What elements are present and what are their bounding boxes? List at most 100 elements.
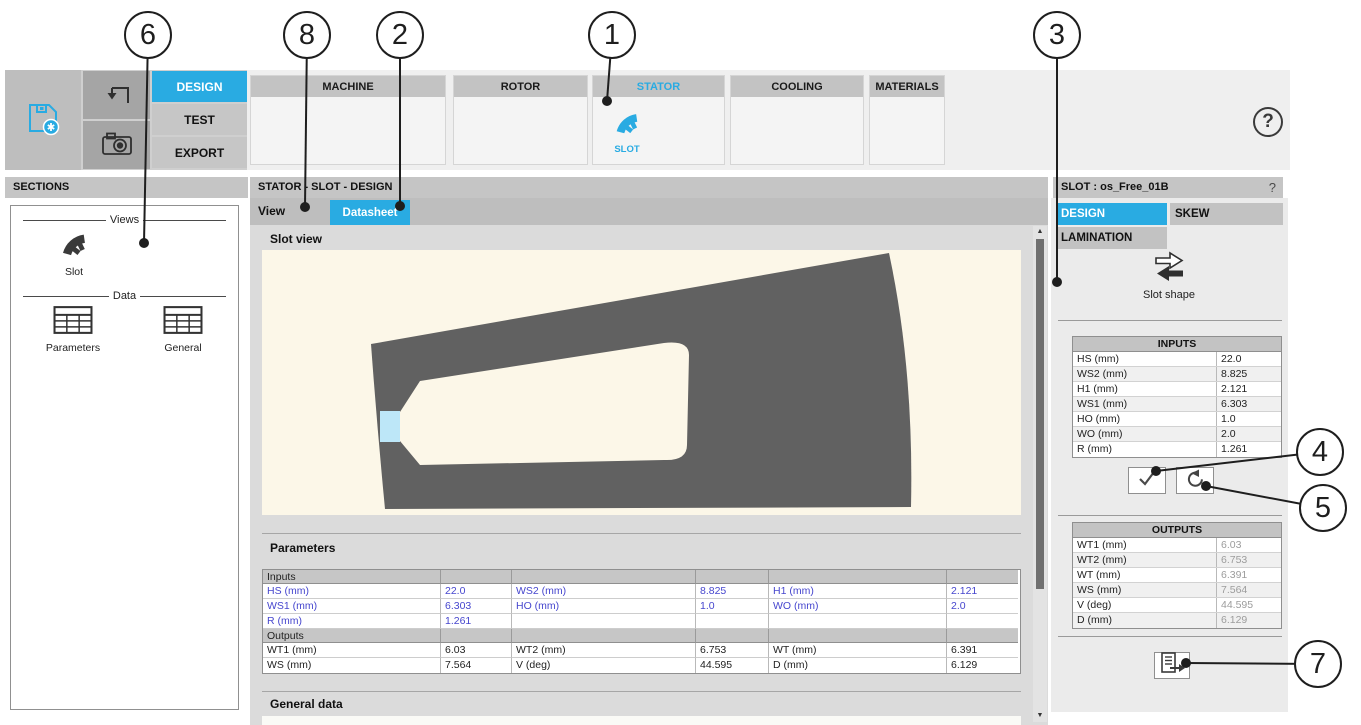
slot-view-canvas [262, 250, 1021, 515]
slot-properties-panel: DESIGN SKEW LAMINATION Slot shape INPUTS… [1051, 198, 1288, 712]
input-value[interactable]: 8.825 [1216, 367, 1281, 381]
callout-8: 8 [283, 11, 331, 59]
scroll-down-arrow[interactable]: ▼ [1033, 710, 1047, 722]
rp-tab-skew[interactable]: SKEW [1170, 203, 1283, 225]
slot-shape-label: Slot shape [1109, 289, 1229, 301]
table-row: WT1 (mm) 6.03 WT2 (mm) 6.753 WT (mm) 6.3… [263, 643, 1020, 658]
output-value: 6.753 [1216, 553, 1281, 567]
table-row: H1 (mm) 2.121 [1073, 382, 1281, 397]
separator [1058, 515, 1282, 516]
sidebar-item-slot[interactable]: Slot [41, 226, 107, 278]
input-value[interactable]: 2.0 [1216, 427, 1281, 441]
return-arrow-icon [101, 80, 133, 111]
save-button[interactable] [5, 70, 81, 170]
nav-cooling-label: COOLING [731, 76, 863, 97]
restore-button[interactable] [83, 71, 150, 119]
tab-view[interactable]: View [250, 198, 322, 225]
data-section-header: Data [19, 290, 230, 302]
nav-panel-machine[interactable]: MACHINE [250, 75, 446, 165]
inputs-table: INPUTS HS (mm) 22.0 WS2 (mm) 8.825 H1 (m… [1072, 336, 1282, 458]
nav-panel-stator[interactable]: STATOR SLOT [592, 75, 725, 165]
slot-view-heading: Slot view [270, 232, 322, 246]
table-row: R (mm) 1.261 [1073, 442, 1281, 457]
test-mode-button[interactable]: TEST [152, 104, 247, 135]
input-value[interactable]: 22.0 [1216, 352, 1281, 366]
scrollbar-thumb[interactable] [1036, 239, 1044, 589]
camera-icon [100, 129, 134, 162]
nav-machine-label: MACHINE [251, 76, 445, 97]
reset-button[interactable] [1176, 467, 1214, 494]
separator [262, 533, 1021, 534]
screenshot-button[interactable] [83, 121, 150, 169]
table-row: WS1 (mm) 6.303 HO (mm) 1.0 WO (mm) 2.0 [263, 599, 1020, 614]
callout-7: 7 [1294, 640, 1342, 688]
outputs-table-header: OUTPUTS [1073, 523, 1281, 538]
table-row: WS (mm) 7.564 [1073, 583, 1281, 598]
apply-button[interactable] [1128, 467, 1166, 494]
outputs-header-cell: Outputs [263, 629, 441, 643]
sidebar-parameters-label: Parameters [31, 342, 115, 354]
slot-icon [55, 245, 93, 262]
nav-panel-materials[interactable]: MATERIALS [869, 75, 945, 165]
inputs-header-cell: Inputs [263, 570, 441, 584]
slot-shape-button[interactable]: Slot shape [1109, 250, 1229, 301]
table-row: Inputs [263, 570, 1020, 584]
rp-tab-design[interactable]: DESIGN [1056, 203, 1167, 225]
swap-arrows-icon [1147, 270, 1191, 287]
design-mode-button[interactable]: DESIGN [152, 71, 247, 102]
callout-2: 2 [376, 11, 424, 59]
nav-panel-cooling[interactable]: COOLING [730, 75, 864, 165]
output-value: 44.595 [1216, 598, 1281, 612]
sidebar-slot-label: Slot [41, 266, 107, 278]
rp-tab-lamination[interactable]: LAMINATION [1056, 227, 1167, 249]
table-row: WT2 (mm) 6.753 [1073, 553, 1281, 568]
undo-rotate-icon [1185, 468, 1206, 494]
slot-geometry-drawing [262, 250, 1021, 515]
right-panel-help-icon[interactable]: ? [1269, 177, 1276, 198]
table-row: HS (mm) 22.0 WS2 (mm) 8.825 H1 (mm) 2.12… [263, 584, 1020, 599]
sidebar-general-label: General [143, 342, 223, 354]
output-value: 6.129 [1216, 613, 1281, 628]
separator [1058, 320, 1282, 321]
input-value[interactable]: 6.303 [1216, 397, 1281, 411]
slot-icon [611, 123, 643, 140]
separator [1058, 636, 1282, 637]
right-panel-title: SLOT : os_Free_01B [1061, 181, 1169, 193]
vertical-scrollbar[interactable]: ▲ ▼ [1033, 226, 1047, 722]
export-data-button[interactable] [1154, 652, 1190, 679]
table-row: HO (mm) 1.0 [1073, 412, 1281, 427]
nav-materials-label: MATERIALS [870, 76, 944, 97]
sidebar-item-parameters[interactable]: Parameters [31, 306, 115, 354]
help-button[interactable]: ? [1253, 107, 1283, 137]
tab-datasheet[interactable]: Datasheet [330, 200, 410, 225]
table-row: HS (mm) 22.0 [1073, 352, 1281, 367]
checkmark-icon [1136, 468, 1158, 493]
sidebar-item-general[interactable]: General [143, 306, 223, 354]
table-row: WS (mm) 7.564 V (deg) 44.595 D (mm) 6.12… [263, 658, 1020, 673]
stator-slot-item[interactable]: SLOT [605, 106, 649, 155]
sections-sidebar: Views Slot Data Parameters General [10, 205, 239, 710]
table-icon [163, 321, 203, 338]
scroll-up-arrow[interactable]: ▲ [1033, 226, 1047, 238]
table-icon [53, 321, 93, 338]
table-row: V (deg) 44.595 [1073, 598, 1281, 613]
callout-4: 4 [1296, 428, 1344, 476]
callout-1: 1 [588, 11, 636, 59]
callout-3: 3 [1033, 11, 1081, 59]
input-value[interactable]: 1.0 [1216, 412, 1281, 426]
application-window: DESIGN TEST EXPORT MACHINE ROTOR STATOR … [0, 0, 1361, 725]
export-mode-button[interactable]: EXPORT [152, 137, 247, 168]
table-row: Outputs [263, 629, 1020, 643]
slot-opening-highlight [380, 411, 400, 442]
parameters-datasheet-table: Inputs HS (mm) 22.0 WS2 (mm) 8.825 H1 (m… [262, 569, 1021, 674]
input-value[interactable]: 1.261 [1216, 442, 1281, 457]
table-row: WS1 (mm) 6.303 [1073, 397, 1281, 412]
sections-bar: SECTIONS [5, 177, 248, 198]
stator-slot-label: SLOT [605, 144, 649, 155]
input-value[interactable]: 2.121 [1216, 382, 1281, 396]
views-section-header: Views [19, 214, 230, 226]
callout-5: 5 [1299, 484, 1347, 532]
nav-panel-rotor[interactable]: ROTOR [453, 75, 588, 165]
inputs-table-header: INPUTS [1073, 337, 1281, 352]
nav-stator-label: STATOR [593, 76, 724, 97]
